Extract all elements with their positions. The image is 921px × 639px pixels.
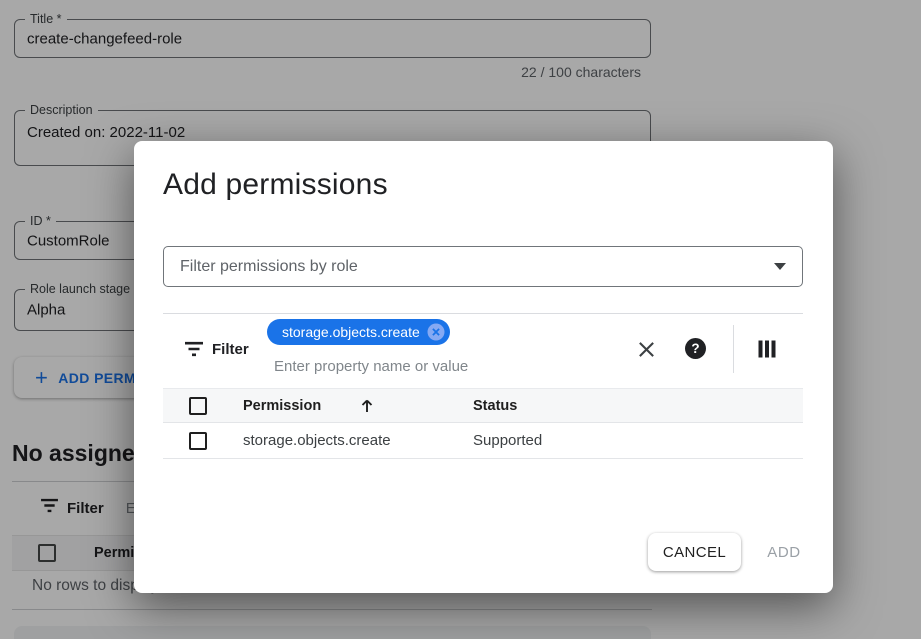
row-checkbox[interactable] bbox=[189, 432, 207, 450]
table-row[interactable]: storage.objects.create Supported bbox=[163, 423, 803, 459]
permission-column-header[interactable]: Permission bbox=[243, 389, 321, 423]
filter-chip[interactable]: storage.objects.create bbox=[267, 319, 450, 345]
dialog-title: Add permissions bbox=[163, 168, 388, 202]
filter-value-input[interactable] bbox=[274, 356, 574, 376]
add-permissions-dialog: Add permissions Filter permissions by ro… bbox=[134, 141, 833, 593]
column-display-options-icon[interactable] bbox=[758, 340, 776, 358]
sort-ascending-icon[interactable] bbox=[359, 398, 375, 419]
chevron-down-icon bbox=[774, 263, 786, 270]
cancel-button[interactable]: CANCEL bbox=[648, 533, 741, 571]
select-all-checkbox[interactable] bbox=[189, 397, 207, 415]
dialog-table-header: Permission Status bbox=[163, 388, 803, 423]
row-status-cell: Supported bbox=[473, 423, 542, 458]
add-button[interactable]: ADD bbox=[754, 533, 814, 571]
filter-icon bbox=[184, 341, 204, 362]
help-icon[interactable]: ? bbox=[685, 338, 706, 359]
chip-remove-icon[interactable] bbox=[427, 323, 445, 341]
filter-chip-text: storage.objects.create bbox=[282, 324, 420, 340]
dialog-filter-label: Filter bbox=[212, 341, 249, 358]
screen: Title * create-changefeed-role 22 / 100 … bbox=[0, 0, 921, 639]
row-permission-cell: storage.objects.create bbox=[243, 423, 391, 458]
divider bbox=[163, 313, 803, 314]
status-column-header: Status bbox=[473, 389, 517, 423]
filter-permissions-by-role-select[interactable]: Filter permissions by role bbox=[163, 246, 803, 287]
vertical-divider bbox=[733, 325, 734, 373]
role-select-placeholder: Filter permissions by role bbox=[180, 258, 358, 276]
clear-filters-icon[interactable] bbox=[634, 337, 658, 361]
